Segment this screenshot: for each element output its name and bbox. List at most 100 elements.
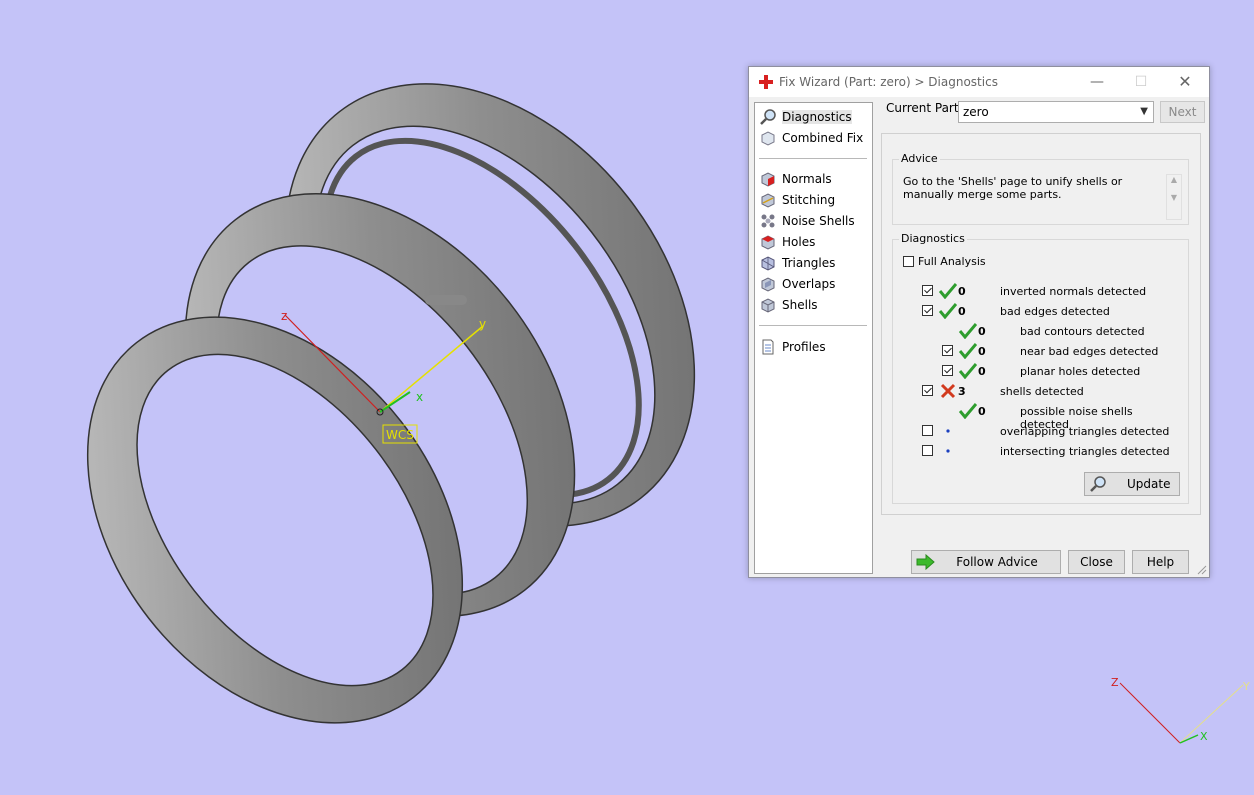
update-button[interactable]: Update — [1084, 472, 1180, 496]
diagnostic-value: 0 — [978, 345, 986, 358]
diagnostic-value: 0 — [978, 325, 986, 338]
nav-separator — [759, 158, 867, 159]
diagnostic-checkbox[interactable] — [922, 425, 933, 436]
diagnostic-label: bad contours detected — [1020, 325, 1145, 338]
diagnostic-row: overlapping triangles detected — [893, 422, 1183, 440]
nav-item-diagnostics[interactable]: Diagnostics — [759, 107, 869, 127]
nav-label: Profiles — [782, 340, 826, 354]
corner-axis-y: Y — [1242, 680, 1250, 693]
advice-scrollbar[interactable]: ▲ ▼ — [1166, 174, 1182, 220]
diagnostic-checkbox[interactable] — [922, 285, 933, 296]
current-part-select[interactable]: zero ▼ — [958, 101, 1154, 123]
diagnostic-checkbox[interactable] — [922, 445, 933, 456]
axis-y-label: y — [479, 317, 486, 331]
help-button[interactable]: Help — [1132, 550, 1189, 574]
follow-advice-label: Follow Advice — [956, 555, 1038, 569]
nav-item-triangles[interactable]: Triangles — [759, 253, 869, 273]
document-icon — [762, 339, 774, 355]
diagnostic-checkbox[interactable] — [922, 385, 933, 396]
nav-item-combined-fix[interactable]: Combined Fix — [759, 128, 869, 148]
nav-label: Combined Fix — [782, 131, 864, 145]
checkmark-icon — [959, 343, 977, 359]
red-cross-icon — [759, 75, 773, 89]
nav-item-noise-shells[interactable]: Noise Shells — [759, 211, 869, 231]
diagnostic-checkbox[interactable] — [922, 305, 933, 316]
nav-label: Noise Shells — [782, 214, 855, 228]
nav-label: Normals — [782, 172, 832, 186]
diagnostic-row: 0 bad contours detected — [893, 322, 1183, 340]
diagnostic-row: 0 possible noise shells detected — [893, 402, 1183, 431]
magnifier-icon — [760, 109, 776, 125]
corner-axis-x: X — [1200, 730, 1208, 743]
stitching-cube-icon — [761, 193, 775, 208]
nav-item-overlaps[interactable]: Overlaps — [759, 274, 869, 294]
nav-label: Overlaps — [782, 277, 836, 291]
nav-item-profiles[interactable]: Profiles — [759, 337, 869, 357]
nav-item-shells[interactable]: Shells — [759, 295, 869, 315]
diagnostic-value: 0 — [958, 305, 966, 318]
diagnostic-row: 0 planar holes detected — [893, 362, 1183, 380]
nav-label: Stitching — [782, 193, 836, 207]
wcs-label: WCS — [386, 428, 414, 442]
dot-icon — [946, 429, 950, 433]
full-analysis-checkbox[interactable]: Full Analysis — [903, 255, 986, 268]
checkmark-icon — [939, 303, 957, 319]
nav-label: Holes — [782, 235, 816, 249]
diagnostics-group: Diagnostics Full Analysis 0 inverted norm… — [892, 232, 1189, 504]
diagnostic-label: bad edges detected — [1000, 305, 1110, 318]
dialog-title: Fix Wizard (Part: zero) > Diagnostics — [779, 75, 998, 89]
diagnostic-label: inverted normals detected — [1000, 285, 1147, 298]
advice-title: Advice — [899, 152, 940, 165]
diagnostic-label: overlapping triangles detected — [1000, 425, 1170, 438]
axis-z-label: z — [281, 309, 287, 323]
next-button[interactable]: Next — [1160, 101, 1205, 123]
nav-item-holes[interactable]: Holes — [759, 232, 869, 252]
minimize-button[interactable]: — — [1082, 71, 1112, 93]
nav-separator — [759, 325, 867, 326]
fix-wizard-dialog: Fix Wizard (Part: zero) > Diagnostics — … — [748, 66, 1210, 578]
maximize-button[interactable]: ☐ — [1126, 71, 1156, 93]
diagnostic-value: 0 — [978, 405, 986, 418]
resize-grip-icon[interactable] — [1197, 565, 1207, 575]
corner-axis-z: Z — [1111, 676, 1119, 689]
diagnostic-label: near bad edges detected — [1020, 345, 1159, 358]
diagnostic-checkbox[interactable] — [942, 345, 953, 356]
diagnostics-title: Diagnostics — [899, 232, 967, 245]
shells-cube-icon — [761, 298, 775, 313]
current-part-label: Current Part: — [886, 101, 963, 115]
title-bar[interactable]: Fix Wizard (Part: zero) > Diagnostics — … — [749, 67, 1209, 97]
close-button[interactable]: Close — [1068, 550, 1125, 574]
nav-label: Triangles — [782, 256, 836, 270]
diagnostic-label: shells detected — [1000, 385, 1084, 398]
diagnostic-label: planar holes detected — [1020, 365, 1141, 378]
nav-item-stitching[interactable]: Stitching — [759, 190, 869, 210]
diagnostic-label: intersecting triangles detected — [1000, 445, 1170, 458]
holes-cube-icon — [761, 235, 775, 250]
orientation-axes: Z Y X — [1111, 676, 1250, 744]
diagnostic-row: 0 inverted normals detected — [893, 282, 1183, 300]
diagnostic-row: 0 bad edges detected — [893, 302, 1183, 320]
checkmark-icon — [959, 403, 977, 419]
diagnostic-checkbox[interactable] — [942, 365, 953, 376]
close-window-button[interactable]: ✕ — [1170, 71, 1200, 93]
diagnostic-row: 3 shells detected — [893, 382, 1183, 400]
cross-icon — [940, 383, 956, 399]
chevron-down-icon: ▼ — [1140, 106, 1148, 117]
diagnostic-row: 0 near bad edges detected — [893, 342, 1183, 360]
nav-label: Shells — [782, 298, 818, 312]
checkmark-icon — [939, 283, 957, 299]
checkbox[interactable] — [903, 256, 914, 267]
wizard-nav: Diagnostics Combined Fix Normals Stitchi… — [754, 102, 873, 574]
nav-item-normals[interactable]: Normals — [759, 169, 869, 189]
diagnostic-row: intersecting triangles detected — [893, 442, 1183, 460]
nav-label: Diagnostics — [782, 110, 852, 124]
checkmark-icon — [959, 323, 977, 339]
advice-text: Go to the 'Shells' page to unify shells … — [903, 175, 1123, 201]
follow-advice-button[interactable]: Follow Advice — [911, 550, 1061, 574]
full-analysis-label: Full Analysis — [918, 255, 986, 268]
current-part-value: zero — [963, 105, 989, 119]
normals-cube-icon — [761, 172, 775, 187]
axis-x-label: x — [416, 390, 423, 404]
diagnostic-value: 0 — [978, 365, 986, 378]
diagnostic-value: 0 — [958, 285, 966, 298]
